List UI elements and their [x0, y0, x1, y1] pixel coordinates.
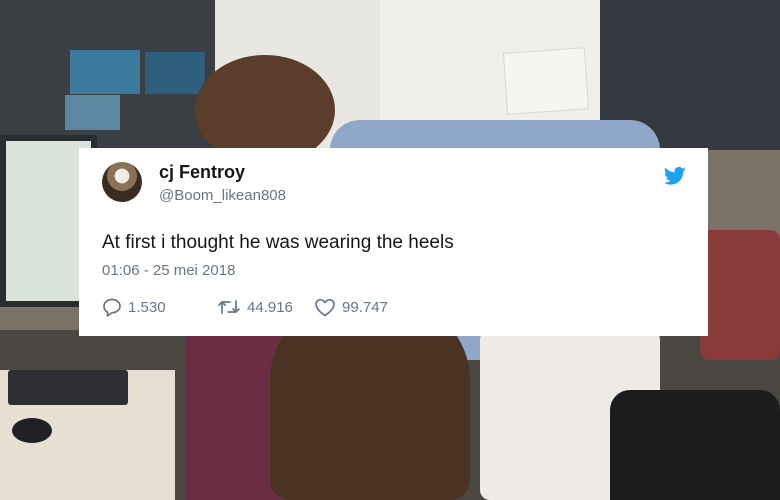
- twitter-bird-icon[interactable]: [664, 166, 686, 186]
- red-chair: [700, 230, 780, 360]
- reply-action[interactable]: 1.530: [102, 298, 166, 317]
- tweet-text: At first i thought he was wearing the he…: [102, 232, 454, 253]
- computer-mouse: [12, 418, 52, 443]
- tv-screen: [65, 95, 120, 130]
- like-heart-icon: [315, 298, 335, 317]
- tweet-timestamp[interactable]: 01:06 - 25 mei 2018: [102, 262, 235, 279]
- tv-screen: [70, 50, 140, 94]
- wall-paper: [502, 47, 590, 115]
- reply-count: 1.530: [128, 299, 166, 316]
- avatar[interactable]: [102, 162, 142, 202]
- like-count: 99.747: [342, 299, 388, 316]
- user-handle[interactable]: @Boom_likean808: [159, 187, 286, 204]
- tweet-card[interactable]: cj Fentroy @Boom_likean808 At first i th…: [79, 148, 708, 336]
- tv-screen: [145, 52, 205, 94]
- keyboard: [8, 370, 128, 405]
- reply-icon: [103, 298, 121, 317]
- retweet-count: 44.916: [247, 298, 293, 316]
- retweet-icon: [218, 300, 240, 314]
- display-name[interactable]: cj Fentroy: [159, 162, 245, 183]
- like-action[interactable]: 99.747: [314, 298, 388, 317]
- retweet-action[interactable]: 44.916: [217, 298, 293, 316]
- office-chair: [610, 390, 780, 500]
